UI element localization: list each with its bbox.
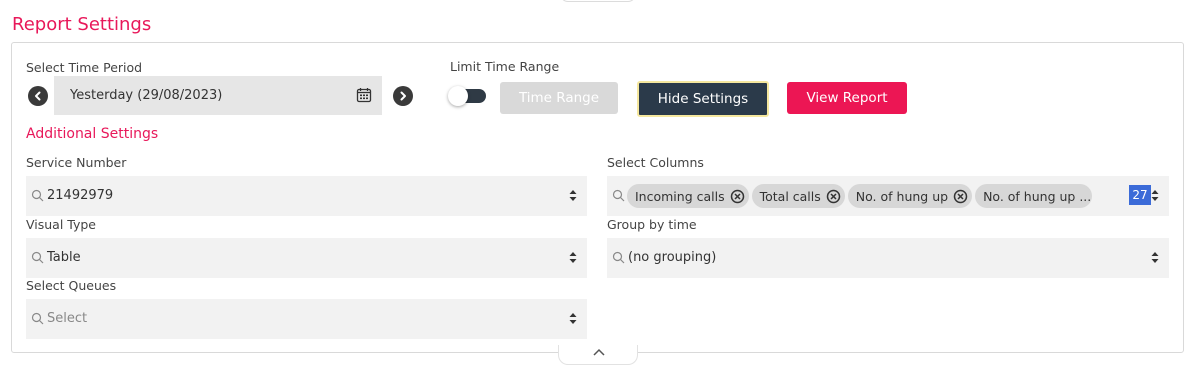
sort-icon [569, 252, 577, 263]
select-queues-label: Select Queues [26, 278, 117, 293]
time-period-label: Select Time Period [26, 60, 143, 75]
collapse-settings-tab[interactable] [558, 345, 638, 365]
group-by-time-value: (no grouping) [628, 250, 717, 265]
date-value: Yesterday (29/08/2023) [70, 88, 223, 103]
service-number-value: 21492979 [47, 188, 114, 203]
toggle-knob [448, 86, 468, 106]
group-by-time-label: Group by time [607, 217, 697, 232]
prev-period-button[interactable] [28, 86, 48, 106]
chip-label: No. of hung up ... [983, 188, 1092, 204]
search-icon [612, 189, 625, 202]
group-by-time-select[interactable]: (no grouping) [607, 238, 1169, 278]
search-icon [31, 189, 44, 202]
search-icon [612, 251, 625, 264]
limit-time-range-toggle[interactable] [448, 86, 486, 106]
column-chip: Total calls [751, 184, 845, 208]
additional-settings-title: Additional Settings [26, 126, 159, 142]
limit-time-range-label: Limit Time Range [450, 59, 560, 74]
calendar-icon[interactable] [356, 87, 372, 103]
column-chip: No. of hung up [847, 184, 973, 208]
select-columns-multiselect[interactable]: Incoming calls Total calls No. of hung u… [607, 176, 1169, 216]
next-period-button[interactable] [393, 86, 413, 106]
chevron-right-icon [400, 91, 406, 101]
service-number-label: Service Number [26, 155, 127, 170]
search-icon [31, 312, 44, 325]
select-columns-label: Select Columns [607, 155, 704, 170]
chip-label: Total calls [759, 188, 821, 204]
visual-type-value: Table [47, 250, 81, 265]
column-chip: Incoming calls [627, 184, 749, 208]
sort-icon [569, 313, 577, 324]
sort-icon [1151, 252, 1159, 263]
search-icon [31, 251, 44, 264]
date-selector[interactable]: Yesterday (29/08/2023) [54, 76, 382, 115]
hide-settings-button[interactable]: Hide Settings [637, 81, 769, 117]
service-number-select[interactable]: 21492979 [26, 176, 587, 216]
remove-chip-icon[interactable] [730, 189, 745, 204]
sort-icon [1151, 190, 1159, 201]
view-report-button[interactable]: View Report [787, 82, 907, 114]
top-collapse-tab[interactable] [560, 0, 636, 2]
selected-columns-chips: Incoming calls Total calls No. of hung u… [627, 184, 1093, 208]
sort-icon [569, 190, 577, 201]
column-chip: No. of hung up ... [975, 184, 1093, 208]
chevron-up-icon [593, 348, 605, 356]
chip-label: No. of hung up [855, 188, 949, 204]
chip-label: Incoming calls [635, 188, 725, 204]
page-title: Report Settings [12, 14, 152, 35]
remove-chip-icon[interactable] [953, 189, 968, 204]
visual-type-label: Visual Type [26, 217, 97, 232]
select-queues-select[interactable]: Select [26, 299, 587, 339]
chevron-left-icon [35, 91, 41, 101]
selected-count-badge: 27 [1129, 185, 1151, 205]
select-queues-placeholder: Select [47, 311, 88, 326]
visual-type-select[interactable]: Table [26, 238, 587, 278]
time-range-button[interactable]: Time Range [500, 82, 618, 114]
remove-chip-icon[interactable] [826, 189, 841, 204]
